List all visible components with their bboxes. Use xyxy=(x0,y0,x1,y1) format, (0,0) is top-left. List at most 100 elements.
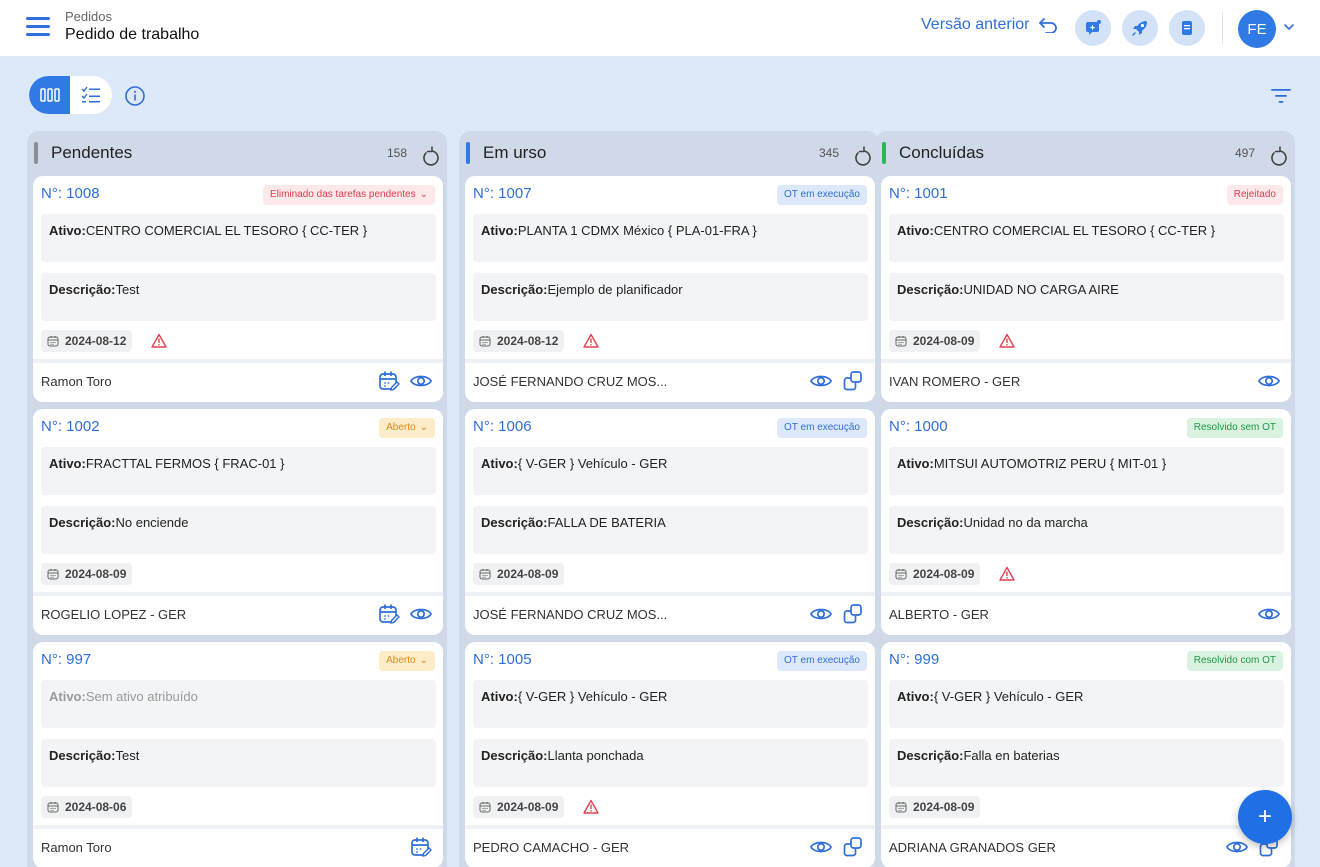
requester-name: ROGELIO LOPEZ - GER xyxy=(41,607,187,622)
date-chip: 2024-08-12 xyxy=(473,330,565,352)
info-icon[interactable] xyxy=(124,85,146,107)
request-number[interactable]: N°: 1002 xyxy=(41,418,100,435)
date-value: 2024-08-06 xyxy=(65,800,127,814)
launch-button[interactable] xyxy=(1122,10,1158,46)
previous-version-button[interactable]: Versão anterior xyxy=(921,16,1058,34)
description-value: Ejemplo de planificador xyxy=(547,282,683,297)
card-divider xyxy=(33,592,443,596)
calendar-icon xyxy=(895,569,907,580)
chevron-down-icon: ⌄ xyxy=(419,422,428,433)
add-request-button[interactable]: + xyxy=(1238,790,1292,844)
description-label: Descrição: xyxy=(897,515,964,530)
status-badge[interactable]: Aberto ⌄ xyxy=(379,418,435,438)
column-title: Pendentes xyxy=(51,143,133,162)
chevron-down-icon: ⌄ xyxy=(419,655,428,666)
board-view-button[interactable] xyxy=(29,76,70,114)
warning-icon xyxy=(583,799,599,814)
eye-icon[interactable] xyxy=(809,835,833,859)
description-field: Descrição:Unidad no da marcha xyxy=(889,506,1284,554)
date-value: 2024-08-09 xyxy=(913,567,975,581)
column-2: Concluídas 497 N°: 1001 Rejeitado Ativo:… xyxy=(875,131,1295,867)
copy-icon[interactable] xyxy=(841,835,865,859)
schedule-icon[interactable] xyxy=(377,602,401,626)
asset-label: Ativo: xyxy=(897,223,934,238)
column-count: 345 xyxy=(818,146,839,160)
refresh-icon[interactable] xyxy=(845,140,871,166)
description-value: Test xyxy=(115,748,140,763)
calendar-icon xyxy=(479,569,491,580)
avatar[interactable]: FE xyxy=(1238,10,1276,48)
description-value: Falla en baterias xyxy=(963,748,1060,763)
request-number[interactable]: N°: 1000 xyxy=(889,418,948,435)
status-badge[interactable]: Eliminado das tarefas pendentes ⌄ xyxy=(262,185,435,205)
status-badge[interactable]: Aberto ⌄ xyxy=(379,651,435,671)
copy-icon[interactable] xyxy=(841,369,865,393)
request-number[interactable]: N°: 997 xyxy=(41,651,91,668)
copy-icon[interactable] xyxy=(841,602,865,626)
date-chip: 2024-08-12 xyxy=(41,330,133,352)
request-card[interactable]: N°: 1002 Aberto ⌄ Ativo:FRACTTAL FERMOS {… xyxy=(33,409,443,635)
schedule-icon[interactable] xyxy=(377,369,401,393)
description-field: Descrição:UNIDAD NO CARGA AIRE xyxy=(889,273,1284,321)
request-card[interactable]: N°: 1000 Resolvido sem OT Ativo:MITSUI A… xyxy=(881,409,1291,635)
asset-value: CENTRO COMERCIAL EL TESORO { CC-TER } xyxy=(933,223,1216,238)
status-badge: Resolvido sem OT xyxy=(1186,418,1283,438)
filter-icon[interactable] xyxy=(1270,87,1292,105)
request-number[interactable]: N°: 1008 xyxy=(41,185,100,202)
asset-label: Ativo: xyxy=(897,456,934,471)
eye-icon[interactable] xyxy=(1257,602,1281,626)
description-label: Descrição: xyxy=(49,748,116,763)
request-number[interactable]: N°: 999 xyxy=(889,651,939,668)
column-count: 158 xyxy=(386,146,407,160)
list-view-button[interactable] xyxy=(70,76,111,114)
menu-icon[interactable] xyxy=(26,17,50,37)
description-field: Descrição:Test xyxy=(41,273,436,321)
status-badge: Resolvido com OT xyxy=(1186,651,1283,671)
request-card[interactable]: N°: 1007 OT em execução Ativo:PLANTA 1 C… xyxy=(465,176,875,402)
request-card[interactable]: N°: 999 Resolvido com OT Ativo:{ V-GER }… xyxy=(881,642,1291,867)
refresh-icon[interactable] xyxy=(1261,140,1287,166)
request-card[interactable]: N°: 1005 OT em execução Ativo:{ V-GER } … xyxy=(465,642,875,867)
column-header: Em urso 345 xyxy=(459,131,879,175)
chevron-down-icon[interactable] xyxy=(1282,20,1296,34)
description-label: Descrição: xyxy=(49,515,116,530)
requester-name: IVAN ROMERO - GER xyxy=(889,374,1021,389)
warning-icon xyxy=(999,566,1015,581)
request-card[interactable]: N°: 1008 Eliminado das tarefas pendentes… xyxy=(33,176,443,402)
eye-icon[interactable] xyxy=(409,602,433,626)
date-value: 2024-08-09 xyxy=(65,567,127,581)
asset-label: Ativo: xyxy=(481,689,518,704)
description-value: Llanta ponchada xyxy=(547,748,644,763)
refresh-icon[interactable] xyxy=(413,140,439,166)
request-number[interactable]: N°: 1001 xyxy=(889,185,948,202)
eye-icon[interactable] xyxy=(809,602,833,626)
card-divider xyxy=(881,359,1291,363)
chat-ai-button[interactable] xyxy=(1075,10,1111,46)
date-chip: 2024-08-09 xyxy=(41,563,133,585)
status-badge-label: OT em execução xyxy=(784,655,860,666)
breadcrumb[interactable]: Pedidos xyxy=(65,9,199,25)
warning-icon xyxy=(151,333,167,348)
description-value: Test xyxy=(115,282,140,297)
status-badge-label: Aberto xyxy=(386,422,416,433)
description-label: Descrição: xyxy=(897,282,964,297)
notes-button[interactable] xyxy=(1169,10,1205,46)
eye-icon[interactable] xyxy=(1257,369,1281,393)
date-value: 2024-08-09 xyxy=(497,567,559,581)
rocket-icon xyxy=(1132,21,1147,36)
document-icon xyxy=(1182,21,1192,35)
eye-icon[interactable] xyxy=(809,369,833,393)
asset-field: Ativo:{ V-GER } Vehículo - GER xyxy=(473,680,868,728)
request-number[interactable]: N°: 1005 xyxy=(473,651,532,668)
eye-icon[interactable] xyxy=(1225,835,1249,859)
request-card[interactable]: N°: 997 Aberto ⌄ Ativo:Sem ativo atribuíd… xyxy=(33,642,443,867)
eye-icon[interactable] xyxy=(409,369,433,393)
request-number[interactable]: N°: 1007 xyxy=(473,185,532,202)
schedule-icon[interactable] xyxy=(409,835,433,859)
request-number[interactable]: N°: 1006 xyxy=(473,418,532,435)
request-card[interactable]: N°: 1006 OT em execução Ativo:{ V-GER } … xyxy=(465,409,875,635)
description-label: Descrição: xyxy=(49,282,116,297)
request-card[interactable]: N°: 1001 Rejeitado Ativo:CENTRO COMERCIA… xyxy=(881,176,1291,402)
asset-label: Ativo: xyxy=(49,689,86,704)
requester-name: Ramon Toro xyxy=(41,374,112,389)
